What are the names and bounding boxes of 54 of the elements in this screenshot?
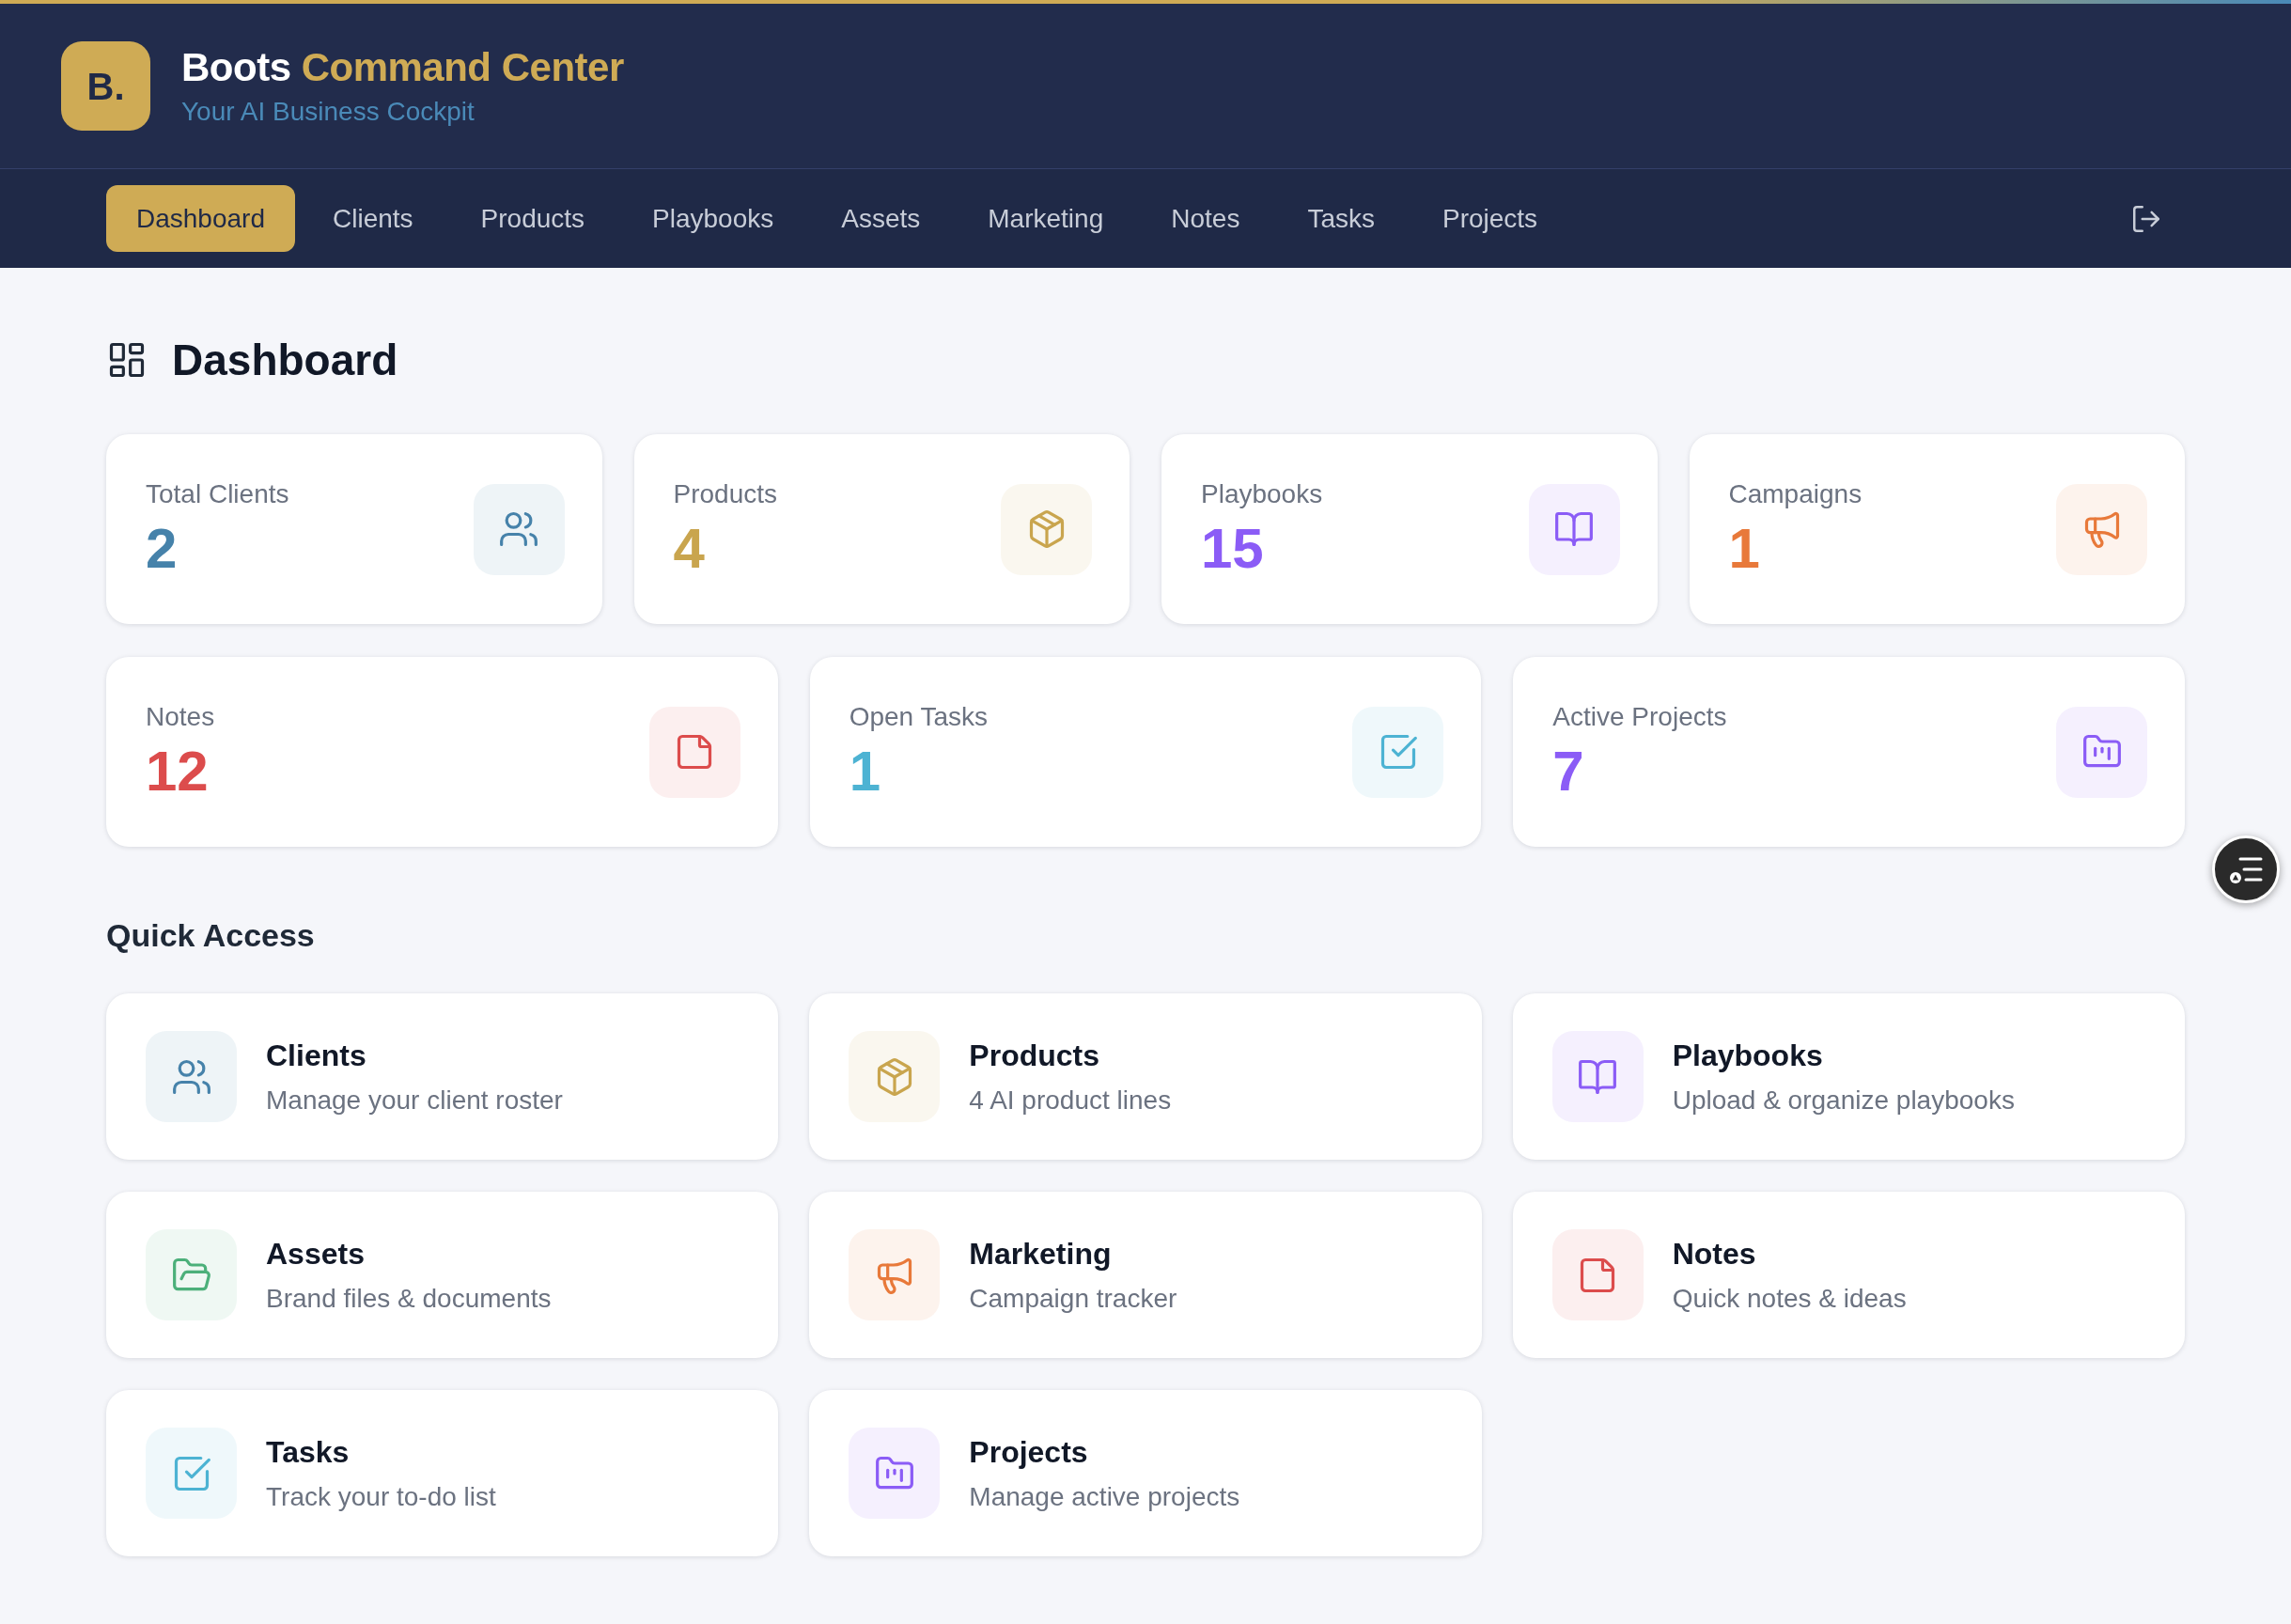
card-title: Notes: [1672, 1235, 1757, 1273]
nav-tab[interactable]: Assets: [811, 185, 951, 252]
stat-value: 2: [146, 517, 179, 581]
card-title: Projects: [969, 1433, 1089, 1471]
card-description: Campaign tracker: [969, 1282, 1177, 1315]
stat-label: Playbooks: [1201, 478, 1323, 510]
quick-access-card[interactable]: Notes Quick notes & ideas: [1512, 1192, 2185, 1358]
stat-value: 4: [673, 517, 706, 581]
app-subtitle: Your AI Business Cockpit: [181, 95, 475, 128]
quick-access-card[interactable]: Playbooks Upload & organize playbooks: [1512, 993, 2185, 1160]
stat-value: 15: [1201, 517, 1265, 581]
quick-access-card[interactable]: Products 4 AI product lines: [809, 993, 1482, 1160]
app-title: Boots Command Center: [181, 44, 624, 90]
card-title: Products: [969, 1037, 1100, 1074]
stat-value: 1: [1728, 517, 1761, 581]
stat-label: Campaigns: [1728, 478, 1862, 510]
nav-tab[interactable]: Marketing: [958, 185, 1134, 252]
nav-tab[interactable]: Playbooks: [622, 185, 804, 252]
card-description: Track your to-do list: [266, 1480, 496, 1513]
quick-access-card[interactable]: Projects Manage active projects: [809, 1390, 1482, 1556]
stat-label: Active Projects: [1552, 701, 1727, 733]
card-description: Manage your client roster: [266, 1084, 563, 1116]
card-description: 4 AI product lines: [969, 1084, 1172, 1116]
stat-label: Total Clients: [146, 478, 289, 510]
nav-tab[interactable]: Clients: [303, 185, 444, 252]
nav-tab[interactable]: Notes: [1141, 185, 1270, 252]
card-title: Clients: [266, 1037, 367, 1074]
quick-access-card[interactable]: Marketing Campaign tracker: [809, 1192, 1482, 1358]
card-description: Upload & organize playbooks: [1672, 1084, 2015, 1116]
card-description: Quick notes & ideas: [1672, 1282, 1907, 1315]
quick-access-card[interactable]: Assets Brand files & documents: [106, 1192, 779, 1358]
stat-value: 12: [146, 740, 210, 804]
quick-access-card[interactable]: Tasks Track your to-do list: [106, 1390, 779, 1556]
card-description: Manage active projects: [969, 1480, 1240, 1513]
card-title: Tasks: [266, 1433, 351, 1471]
floating-action-button[interactable]: [2212, 835, 2280, 903]
page-title: Dashboard: [172, 335, 398, 386]
card-description: Brand files & documents: [266, 1282, 552, 1315]
stat-label: Notes: [146, 701, 215, 733]
card-title: Playbooks: [1672, 1037, 1824, 1074]
nav-tab[interactable]: Dashboard: [106, 185, 295, 252]
card-title: Marketing: [969, 1235, 1113, 1273]
stat-value: 1: [849, 740, 882, 804]
stat-label: Products: [673, 478, 777, 510]
quick-access-card[interactable]: Clients Manage your client roster: [106, 993, 779, 1160]
list-icon: [2229, 855, 2263, 883]
stat-label: Open Tasks: [849, 701, 988, 733]
nav-tab[interactable]: Products: [450, 185, 616, 252]
nav-tab[interactable]: Tasks: [1277, 185, 1405, 252]
section-title: Quick Access: [106, 916, 316, 954]
app-logo: B.: [61, 41, 150, 131]
card-title: Assets: [266, 1235, 366, 1273]
nav-tab[interactable]: Projects: [1411, 185, 1568, 252]
stat-value: 7: [1552, 740, 1585, 804]
